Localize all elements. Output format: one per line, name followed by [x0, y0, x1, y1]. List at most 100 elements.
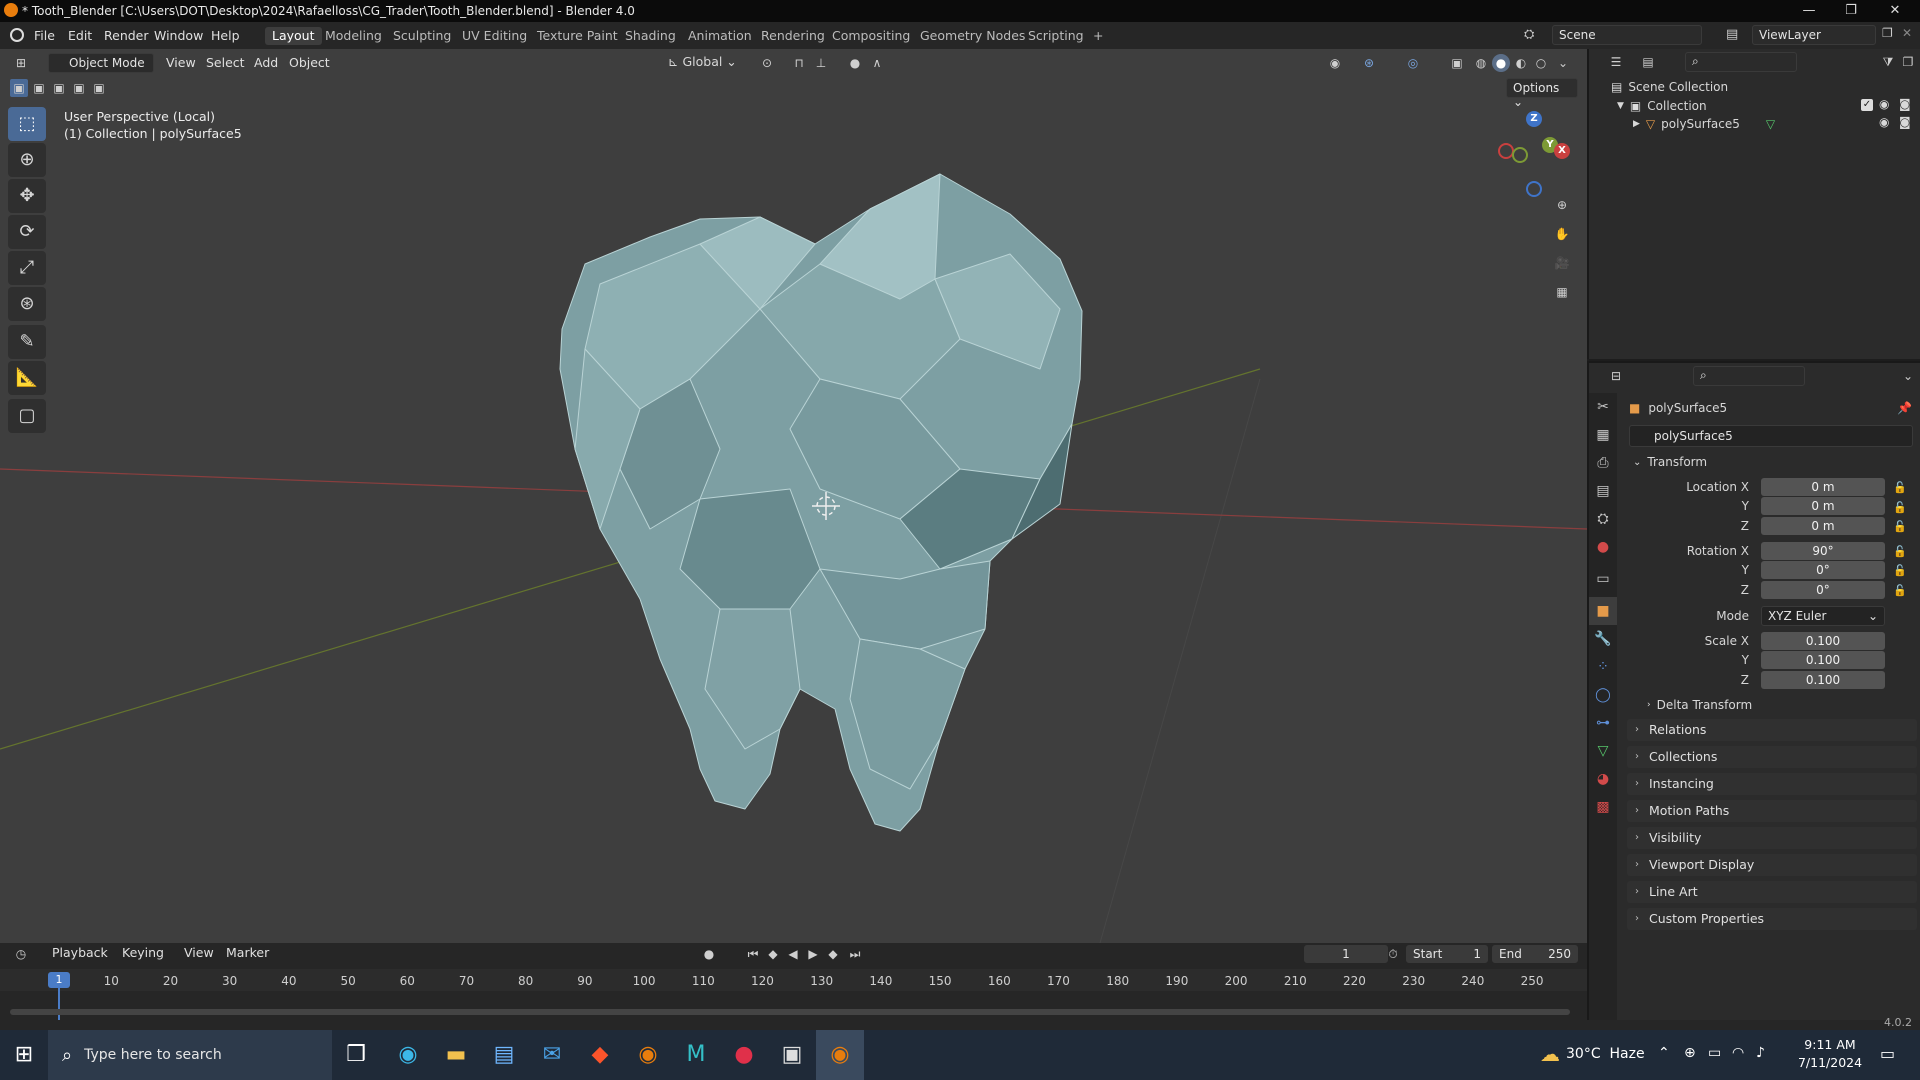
- camera-view-icon[interactable]: 🎥: [1553, 254, 1571, 272]
- end-frame-field[interactable]: End 250: [1492, 945, 1578, 963]
- ortho-grid-icon[interactable]: ▦: [1553, 283, 1571, 301]
- annotate-tool[interactable]: ✎: [8, 325, 46, 359]
- section-custom-properties[interactable]: › Custom Properties: [1627, 908, 1917, 930]
- lock-icon[interactable]: 🔓: [1893, 498, 1915, 518]
- clock[interactable]: 9:11 AM 7/11/2024: [1792, 1036, 1868, 1072]
- pivot-point-icon[interactable]: ⊙: [758, 54, 776, 72]
- viewport-menu-add[interactable]: Add: [248, 53, 284, 73]
- tab-compositing[interactable]: Compositing: [825, 27, 917, 45]
- viewport-canvas[interactable]: [0, 49, 1587, 943]
- tab-rendering[interactable]: Rendering: [754, 27, 832, 45]
- scene-tab-icon[interactable]: ⛭: [1589, 505, 1617, 533]
- blender-active-taskbar-icon[interactable]: ◉: [816, 1030, 864, 1080]
- outliner-row-polysurface5[interactable]: ▶ ▽ polySurface5 ▽: [1633, 117, 1775, 131]
- xray-icon[interactable]: ▣: [1448, 54, 1466, 72]
- visibility-icon[interactable]: ◉: [1326, 54, 1344, 72]
- material-shading-icon[interactable]: ◐: [1512, 54, 1530, 72]
- collection-checkbox[interactable]: ✓: [1861, 99, 1873, 111]
- tab-texture-paint[interactable]: Texture Paint: [530, 27, 625, 45]
- scale-y-field[interactable]: 0.100: [1761, 651, 1885, 669]
- lock-icon[interactable]: 🔓: [1893, 581, 1915, 601]
- select-subtract-icon[interactable]: ▣: [50, 79, 68, 97]
- record-icon[interactable]: ●: [700, 945, 718, 963]
- m-app-icon[interactable]: M: [672, 1030, 720, 1080]
- object-name-field[interactable]: polySurface5: [1629, 425, 1913, 447]
- output-tab-icon[interactable]: ⎙: [1589, 449, 1617, 477]
- blender-menu-icon[interactable]: [10, 28, 24, 42]
- timeline-editor-icon[interactable]: ◷: [12, 945, 30, 963]
- microsoft-store-icon[interactable]: ▤: [480, 1030, 528, 1080]
- windows-start-icon[interactable]: ⊞: [0, 1030, 48, 1080]
- data-tab-icon[interactable]: ▽: [1589, 737, 1617, 765]
- play-reverse-icon[interactable]: ◀: [784, 945, 802, 963]
- outliner-editor-icon[interactable]: ☰: [1607, 53, 1625, 71]
- editor-type-icon[interactable]: ⊞: [12, 54, 30, 72]
- object-render-icon[interactable]: ◙: [1899, 115, 1911, 129]
- play-icon[interactable]: ▶: [804, 945, 822, 963]
- lock-icon[interactable]: 🔓: [1893, 542, 1915, 562]
- select-extend-icon[interactable]: ▣: [30, 79, 48, 97]
- section-instancing[interactable]: › Instancing: [1627, 773, 1917, 795]
- brave-browser-icon[interactable]: ◆: [576, 1030, 624, 1080]
- edge-browser-icon[interactable]: ◉: [384, 1030, 432, 1080]
- lock-icon[interactable]: 🔓: [1893, 517, 1915, 537]
- volume-icon[interactable]: ♪: [1756, 1045, 1765, 1061]
- options-dropdown[interactable]: Options ⌄: [1506, 78, 1578, 109]
- tab-sculpting[interactable]: Sculpting: [386, 27, 458, 45]
- scale-tool[interactable]: ⤢: [8, 251, 46, 285]
- current-frame-field[interactable]: 1: [1304, 945, 1388, 963]
- world-tab-icon[interactable]: ●: [1589, 533, 1617, 561]
- minimize-button[interactable]: —: [1786, 0, 1832, 22]
- menu-file[interactable]: File: [34, 28, 55, 43]
- wireframe-shading-icon[interactable]: ◍: [1472, 54, 1490, 72]
- transform-panel-header[interactable]: ⌄ Transform: [1633, 455, 1707, 469]
- view-layer-icon[interactable]: ▤: [1726, 27, 1738, 42]
- falloff-icon[interactable]: ∧: [868, 54, 886, 72]
- pan-hand-icon[interactable]: ✋: [1553, 225, 1571, 243]
- properties-search-input[interactable]: ⌕: [1693, 366, 1805, 386]
- viewport-menu-object[interactable]: Object: [283, 53, 336, 73]
- gizmo-neg-z[interactable]: [1526, 181, 1542, 197]
- network-icon[interactable]: ⊕: [1684, 1045, 1696, 1061]
- timeline-menu-keying[interactable]: Keying: [116, 943, 170, 963]
- zoom-icon[interactable]: ⊕: [1553, 196, 1571, 214]
- 3d-viewport[interactable]: ⊞ Object Mode View Select Add Object ⊾ G…: [0, 49, 1587, 943]
- scale-z-field[interactable]: 0.100: [1761, 671, 1885, 689]
- section-visibility[interactable]: › Visibility: [1627, 827, 1917, 849]
- prev-keyframe-icon[interactable]: ◆: [764, 945, 782, 963]
- remove-view-layer-icon[interactable]: ✕: [1902, 26, 1912, 40]
- tab-uv-editing[interactable]: UV Editing: [455, 27, 534, 45]
- new-collection-icon[interactable]: ❐: [1899, 53, 1917, 71]
- pin-icon[interactable]: 📌: [1897, 401, 1912, 415]
- location-x-field[interactable]: 0 m: [1761, 478, 1885, 496]
- rendered-shading-icon[interactable]: ○: [1532, 54, 1550, 72]
- lock-icon[interactable]: 🔓: [1893, 561, 1915, 581]
- collection-render-icon[interactable]: ◙: [1899, 97, 1911, 111]
- location-z-field[interactable]: 0 m: [1761, 517, 1885, 535]
- properties-editor-icon[interactable]: ⊟: [1607, 367, 1625, 385]
- playhead[interactable]: 1: [48, 972, 70, 988]
- location-y-field[interactable]: 0 m: [1761, 497, 1885, 515]
- viewport-menu-select[interactable]: Select: [200, 53, 251, 73]
- tab-geometry-nodes[interactable]: Geometry Nodes: [913, 27, 1032, 45]
- particles-tab-icon[interactable]: ⁘: [1589, 653, 1617, 681]
- menu-edit[interactable]: Edit: [68, 28, 92, 43]
- taskbar-search-box[interactable]: ⌕ Type here to search: [48, 1030, 332, 1080]
- expand-arrow-icon[interactable]: ▶: [1633, 119, 1640, 129]
- outliner-search-input[interactable]: ⌕: [1685, 52, 1797, 72]
- tab-modeling[interactable]: Modeling: [318, 27, 389, 45]
- outliner-row-scene-collection[interactable]: ▤ Scene Collection: [1611, 80, 1728, 94]
- collection-tab-icon[interactable]: ▭: [1589, 565, 1617, 593]
- shading-options-icon[interactable]: ⌄: [1554, 54, 1572, 72]
- timeline-menu-marker[interactable]: Marker: [220, 943, 275, 963]
- navigation-gizmo[interactable]: Z Y X: [1490, 109, 1570, 197]
- scene-selector[interactable]: Scene: [1552, 25, 1702, 45]
- snap-icon[interactable]: ⊓: [790, 54, 808, 72]
- object-visibility-icon[interactable]: ◉: [1879, 115, 1889, 129]
- timeline-scrollbar[interactable]: [10, 1009, 1570, 1015]
- delta-transform-header[interactable]: › Delta Transform: [1647, 698, 1752, 712]
- new-view-layer-icon[interactable]: ❐: [1882, 26, 1893, 40]
- weather-icon[interactable]: ☁: [1540, 1042, 1560, 1066]
- proportional-edit-icon[interactable]: ●: [846, 54, 864, 72]
- select-new-icon[interactable]: ▣: [10, 79, 28, 97]
